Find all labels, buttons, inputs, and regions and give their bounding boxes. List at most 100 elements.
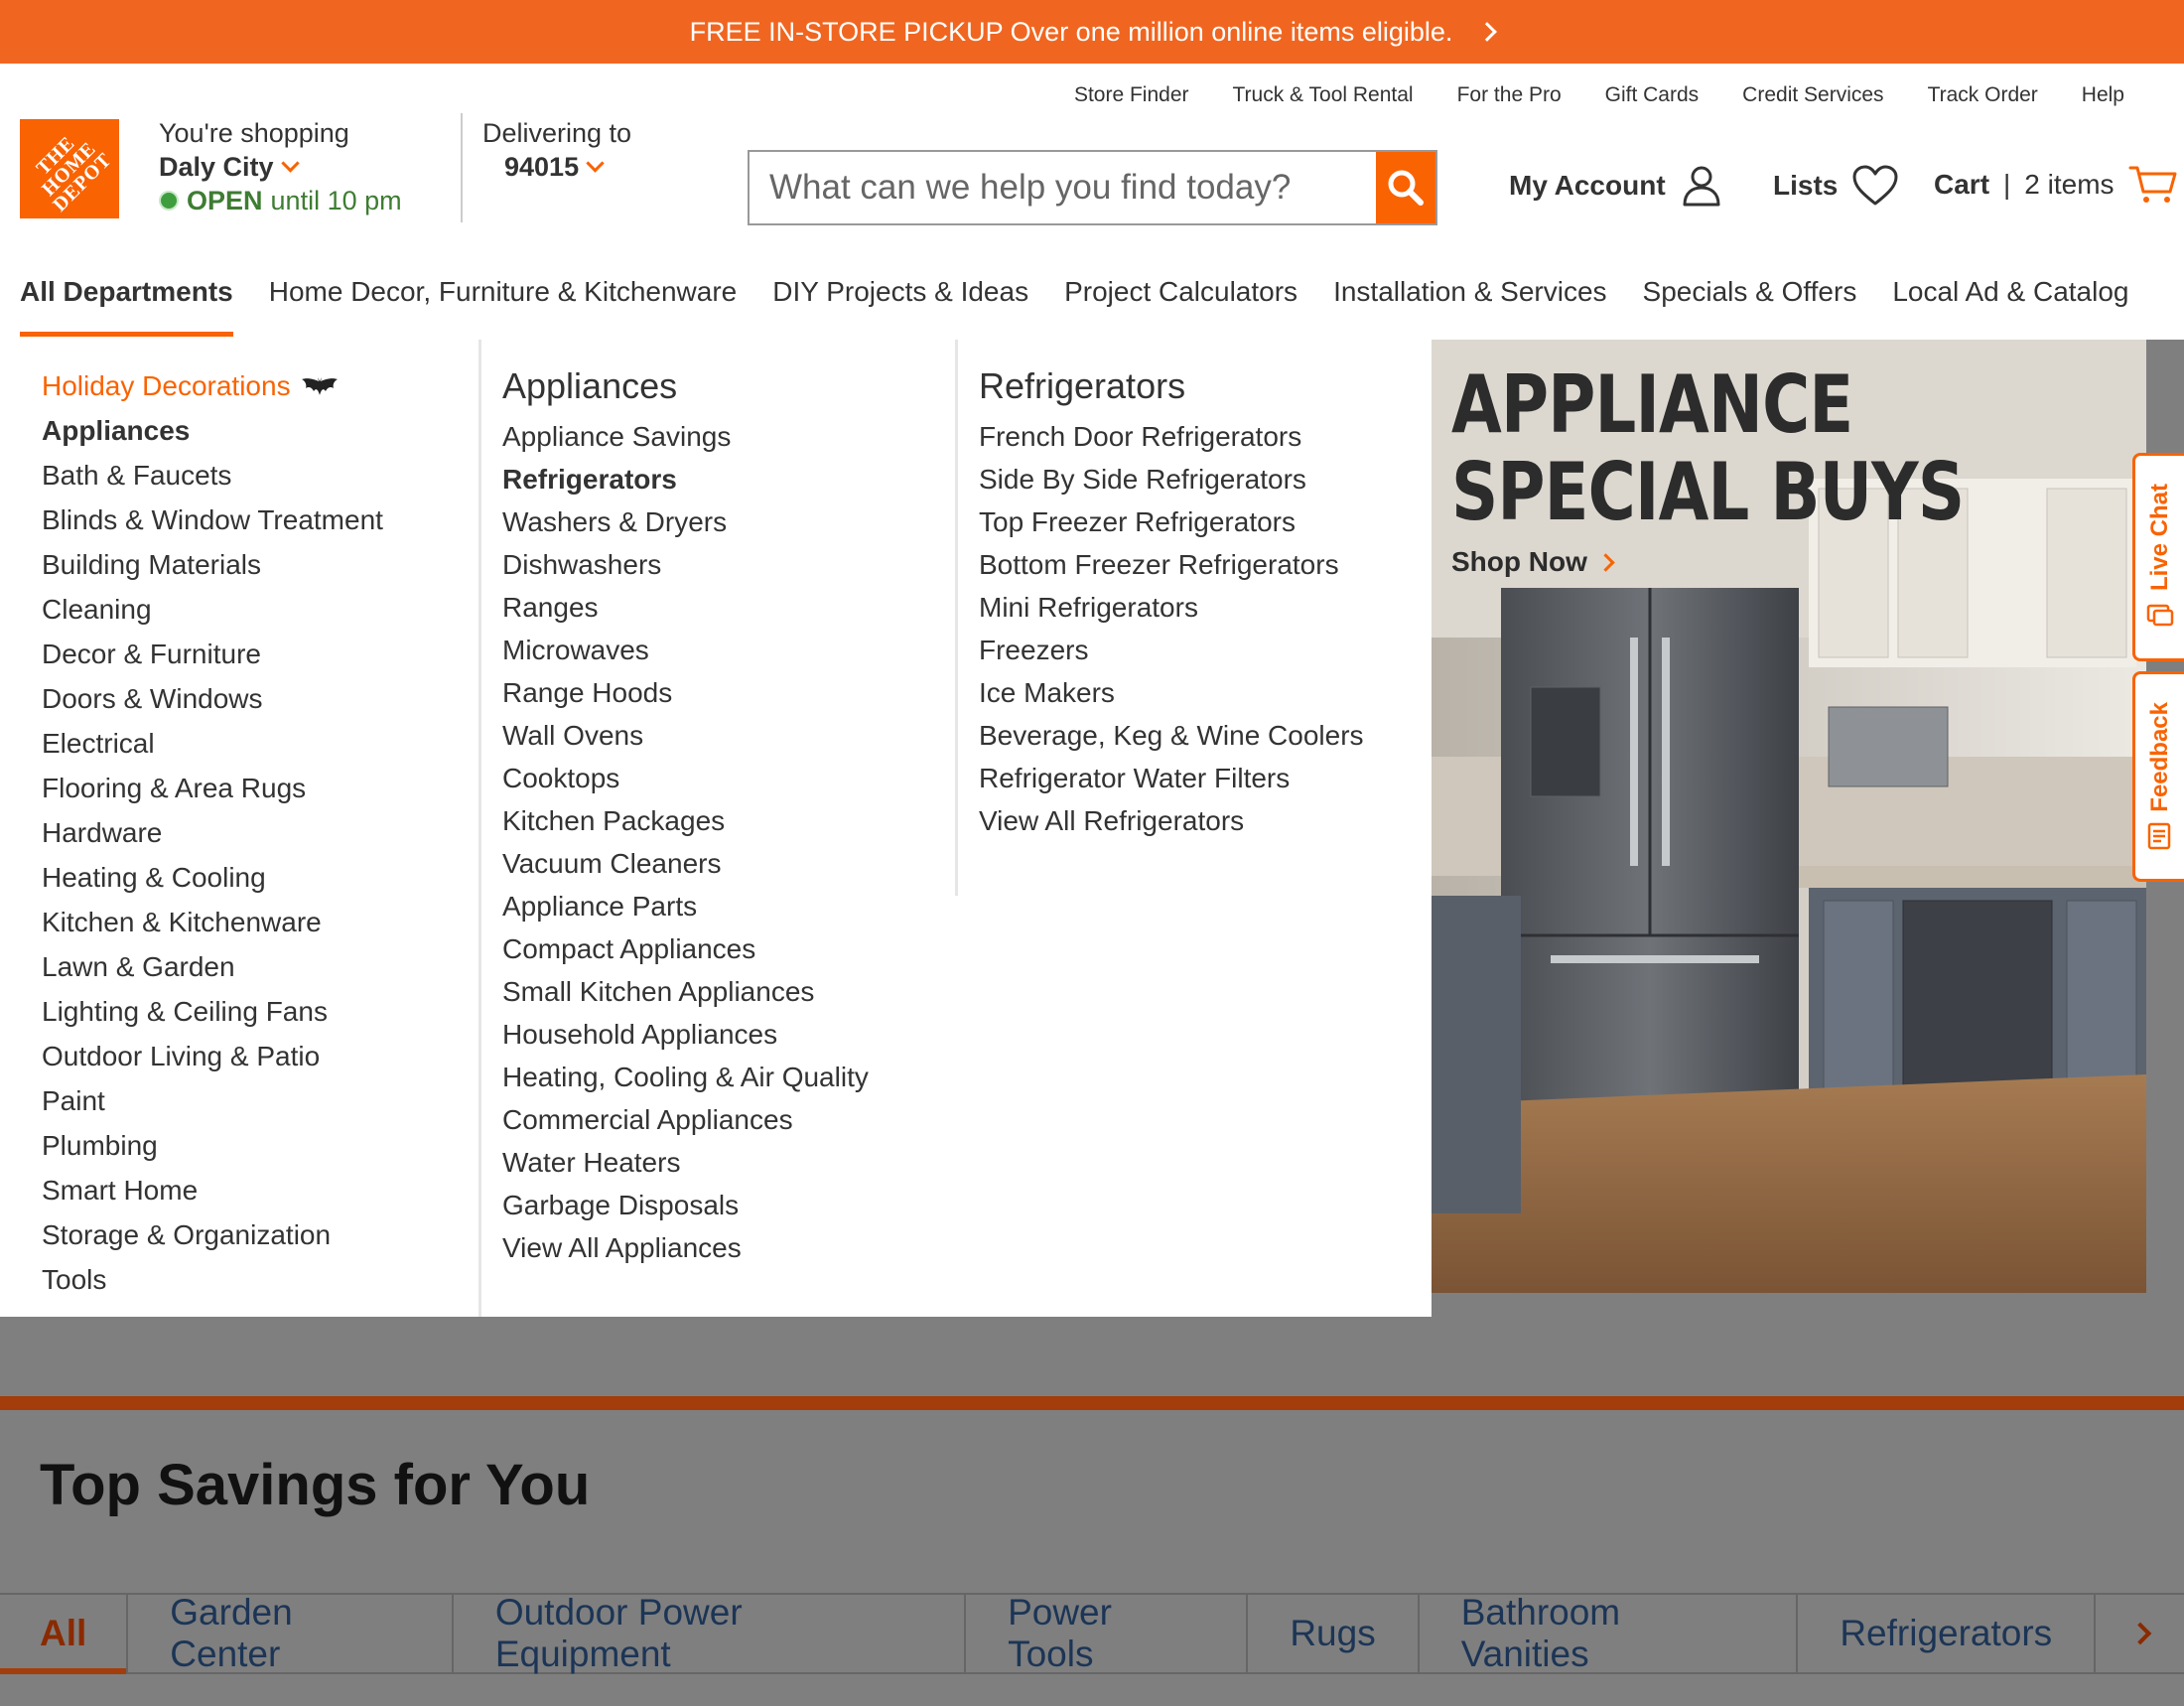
dept-tools[interactable]: Tools: [42, 1257, 383, 1302]
appliances-item[interactable]: Appliance Savings: [502, 415, 869, 458]
refrigerators-item[interactable]: Bottom Freezer Refrigerators: [979, 543, 1364, 586]
appliances-item[interactable]: Garbage Disposals: [502, 1184, 869, 1226]
appliances-submenu: Appliances Appliance Savings Refrigerato…: [502, 361, 869, 1269]
utility-link-gift-cards[interactable]: Gift Cards: [1605, 83, 1700, 107]
dept-plumbing[interactable]: Plumbing: [42, 1123, 383, 1168]
search-button[interactable]: [1376, 152, 1435, 223]
refrigerators-item[interactable]: Freezers: [979, 629, 1364, 671]
appliances-item[interactable]: Household Appliances: [502, 1013, 869, 1056]
my-account-link[interactable]: My Account: [1509, 164, 1723, 208]
store-selector[interactable]: You're shopping Daly City OPEN until 10 …: [159, 116, 402, 217]
refrigerators-item[interactable]: Top Freezer Refrigerators: [979, 500, 1364, 543]
dept-holiday-decorations[interactable]: Holiday Decorations: [42, 363, 383, 408]
chevron-right-icon: [2128, 1622, 2151, 1645]
appliances-item-refrigerators[interactable]: Refrigerators: [502, 458, 869, 500]
delivery-zip-row[interactable]: 94015: [482, 150, 631, 184]
home-depot-logo[interactable]: THE HOME DEPOT: [20, 119, 119, 218]
appliances-item[interactable]: Ranges: [502, 586, 869, 629]
cart-icon: [2128, 166, 2177, 203]
appliances-item[interactable]: Commercial Appliances: [502, 1098, 869, 1141]
appliances-item[interactable]: Small Kitchen Appliances: [502, 970, 869, 1013]
appliances-item[interactable]: Heating, Cooling & Air Quality: [502, 1056, 869, 1098]
dept-outdoor-living[interactable]: Outdoor Living & Patio: [42, 1034, 383, 1078]
dept-cleaning[interactable]: Cleaning: [42, 587, 383, 632]
dept-storage[interactable]: Storage & Organization: [42, 1212, 383, 1257]
nav-home-decor[interactable]: Home Decor, Furniture & Kitchenware: [269, 276, 738, 308]
tab-power-tools[interactable]: Power Tools: [966, 1592, 1249, 1674]
page: FREE IN-STORE PICKUP Over one million on…: [0, 0, 2184, 1706]
store-city: Daly City: [159, 152, 274, 182]
tab-rugs[interactable]: Rugs: [1248, 1595, 1420, 1672]
refrigerators-item[interactable]: Beverage, Keg & Wine Coolers: [979, 714, 1364, 757]
tab-garden-center[interactable]: Garden Center: [128, 1592, 454, 1674]
dept-electrical[interactable]: Electrical: [42, 721, 383, 766]
appliances-item[interactable]: Compact Appliances: [502, 927, 869, 970]
dept-lighting[interactable]: Lighting & Ceiling Fans: [42, 989, 383, 1034]
dept-lawn-garden[interactable]: Lawn & Garden: [42, 944, 383, 989]
tab-bathroom-vanities[interactable]: Bathroom Vanities: [1420, 1592, 1799, 1674]
appliances-item[interactable]: View All Appliances: [502, 1226, 869, 1269]
utility-link-truck-tool-rental[interactable]: Truck & Tool Rental: [1233, 83, 1414, 107]
nav-specials-offers[interactable]: Specials & Offers: [1643, 276, 1857, 308]
dept-flooring[interactable]: Flooring & Area Rugs: [42, 766, 383, 810]
dept-heating-cooling[interactable]: Heating & Cooling: [42, 855, 383, 900]
dept-smart-home[interactable]: Smart Home: [42, 1168, 383, 1212]
appliances-item[interactable]: Appliance Parts: [502, 885, 869, 927]
appliances-item[interactable]: Washers & Dryers: [502, 500, 869, 543]
search-input[interactable]: [750, 152, 1376, 223]
refrigerators-item[interactable]: Ice Makers: [979, 671, 1364, 714]
appliance-promo-banner[interactable]: APPLIANCE SPECIAL BUYS Shop Now: [1432, 340, 2146, 1293]
store-city-row[interactable]: Daly City: [159, 150, 402, 184]
open-status-dot-icon: [159, 191, 179, 211]
chevron-down-icon: [280, 153, 300, 173]
dept-blinds[interactable]: Blinds & Window Treatment: [42, 498, 383, 542]
utility-link-for-the-pro[interactable]: For the Pro: [1457, 83, 1562, 107]
nav-local-ad-catalog[interactable]: Local Ad & Catalog: [1892, 276, 2128, 308]
delivery-zip-selector[interactable]: Delivering to 94015: [482, 116, 631, 184]
dept-kitchen[interactable]: Kitchen & Kitchenware: [42, 900, 383, 944]
utility-link-track-order[interactable]: Track Order: [1928, 83, 2038, 107]
appliances-item[interactable]: Cooktops: [502, 757, 869, 799]
appliances-item[interactable]: Vacuum Cleaners: [502, 842, 869, 885]
tab-refrigerators[interactable]: Refrigerators: [1798, 1595, 2097, 1672]
utility-link-credit-services[interactable]: Credit Services: [1742, 83, 1883, 107]
refrigerators-item[interactable]: Refrigerator Water Filters: [979, 757, 1364, 799]
appliances-item[interactable]: Water Heaters: [502, 1141, 869, 1184]
refrigerators-item[interactable]: View All Refrigerators: [979, 799, 1364, 842]
tab-outdoor-power-equipment[interactable]: Outdoor Power Equipment: [454, 1592, 967, 1674]
lists-link[interactable]: Lists: [1773, 164, 1899, 208]
dept-building-materials[interactable]: Building Materials: [42, 542, 383, 587]
nav-installation-services[interactable]: Installation & Services: [1333, 276, 1606, 308]
appliances-item[interactable]: Kitchen Packages: [502, 799, 869, 842]
live-chat-tab[interactable]: Live Chat: [2132, 453, 2184, 661]
refrigerators-item[interactable]: Side By Side Refrigerators: [979, 458, 1364, 500]
departments-list: Holiday Decorations Appliances Bath & Fa…: [42, 363, 383, 1302]
dept-decor-furniture[interactable]: Decor & Furniture: [42, 632, 383, 676]
appliances-item[interactable]: Dishwashers: [502, 543, 869, 586]
nav-all-departments[interactable]: All Departments: [20, 276, 233, 308]
nav-project-calculators[interactable]: Project Calculators: [1064, 276, 1297, 308]
shop-now-label: Shop Now: [1451, 546, 1587, 577]
feedback-tab[interactable]: Feedback: [2132, 671, 2184, 882]
cart-link[interactable]: Cart | 2 items: [1934, 164, 2178, 206]
tabs-next-button[interactable]: [2096, 1595, 2184, 1672]
dept-paint[interactable]: Paint: [42, 1078, 383, 1123]
dept-bath-faucets[interactable]: Bath & Faucets: [42, 453, 383, 498]
tab-all[interactable]: All: [0, 1595, 129, 1674]
refrigerators-item[interactable]: Mini Refrigerators: [979, 586, 1364, 629]
refrigerators-heading[interactable]: Refrigerators: [979, 361, 1364, 411]
appliances-item[interactable]: Microwaves: [502, 629, 869, 671]
appliances-item[interactable]: Range Hoods: [502, 671, 869, 714]
shop-now-link[interactable]: Shop Now: [1451, 546, 1615, 578]
dept-hardware[interactable]: Hardware: [42, 810, 383, 855]
delivery-zip: 94015: [504, 152, 580, 182]
nav-diy-projects[interactable]: DIY Projects & Ideas: [772, 276, 1028, 308]
dept-appliances[interactable]: Appliances: [42, 408, 383, 453]
refrigerators-item[interactable]: French Door Refrigerators: [979, 415, 1364, 458]
appliances-heading[interactable]: Appliances: [502, 361, 869, 411]
utility-link-help[interactable]: Help: [2082, 83, 2124, 107]
utility-link-store-finder[interactable]: Store Finder: [1074, 83, 1189, 107]
appliances-item[interactable]: Wall Ovens: [502, 714, 869, 757]
dept-doors-windows[interactable]: Doors & Windows: [42, 676, 383, 721]
promo-bar[interactable]: FREE IN-STORE PICKUP Over one million on…: [0, 0, 2184, 64]
